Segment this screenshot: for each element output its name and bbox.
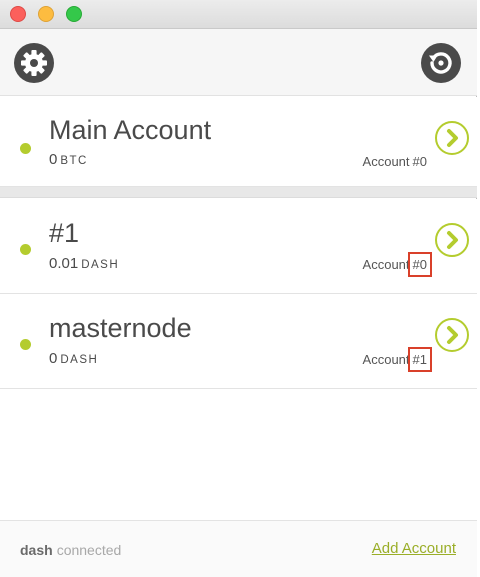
chevron-right-icon bbox=[447, 231, 458, 249]
account-label-text: Account bbox=[362, 257, 410, 272]
account-row[interactable]: Main Account 0 BTC Account #0 bbox=[0, 97, 477, 187]
account-label-text: Account bbox=[362, 352, 410, 367]
status-dot bbox=[20, 143, 31, 154]
minimize-window-button[interactable] bbox=[38, 6, 54, 22]
open-account-button[interactable] bbox=[435, 223, 469, 257]
close-window-button[interactable] bbox=[10, 6, 26, 22]
account-name: Main Account bbox=[49, 115, 212, 145]
network-name: dash bbox=[20, 542, 53, 558]
refresh-button[interactable] bbox=[421, 43, 461, 83]
open-account-button[interactable] bbox=[435, 121, 469, 155]
account-list-empty-space bbox=[0, 389, 477, 520]
account-balance: 0 DASH bbox=[49, 350, 98, 367]
gear-icon bbox=[21, 50, 47, 76]
add-account-link[interactable]: Add Account bbox=[372, 540, 456, 557]
connection-state: connected bbox=[56, 542, 122, 558]
account-index-label: Account #0 bbox=[362, 252, 433, 277]
account-name: masternode bbox=[49, 313, 192, 343]
zoom-window-button[interactable] bbox=[66, 6, 82, 22]
title-bar bbox=[0, 0, 477, 29]
section-divider bbox=[0, 187, 477, 198]
account-row[interactable]: #1 0.01 DASH Account #0 bbox=[0, 199, 477, 294]
connection-status: dash connected bbox=[20, 542, 121, 558]
account-balance: 0.01 DASH bbox=[49, 255, 119, 272]
refresh-icon bbox=[429, 52, 452, 74]
account-index: #1 bbox=[407, 347, 433, 372]
balance-unit: DASH bbox=[81, 259, 120, 271]
account-row[interactable]: masternode 0 DASH Account #1 bbox=[0, 294, 477, 389]
balance-value: 0.01 bbox=[49, 255, 79, 272]
account-label-text: Account bbox=[362, 154, 410, 169]
account-name: #1 bbox=[49, 218, 80, 248]
account-balance: 0 BTC bbox=[49, 151, 88, 168]
account-index-label: Account #0 bbox=[363, 154, 427, 169]
wallet-window: Main Account 0 BTC Account #0 #1 0.01 DASH … bbox=[0, 0, 477, 577]
toolbar bbox=[0, 29, 477, 96]
balance-unit: BTC bbox=[60, 155, 88, 167]
chevron-right-icon bbox=[447, 326, 458, 344]
balance-unit: DASH bbox=[60, 354, 99, 366]
footer-bar: dash connected Add Account bbox=[0, 520, 477, 577]
account-index: #0 bbox=[407, 252, 433, 277]
status-dot bbox=[20, 244, 31, 255]
settings-button[interactable] bbox=[14, 43, 54, 83]
account-index: #0 bbox=[412, 154, 427, 169]
status-dot bbox=[20, 339, 31, 350]
balance-value: 0 bbox=[49, 151, 58, 168]
open-account-button[interactable] bbox=[435, 318, 469, 352]
chevron-right-icon bbox=[447, 129, 458, 147]
account-index-label: Account #1 bbox=[362, 347, 433, 372]
balance-value: 0 bbox=[49, 350, 58, 367]
